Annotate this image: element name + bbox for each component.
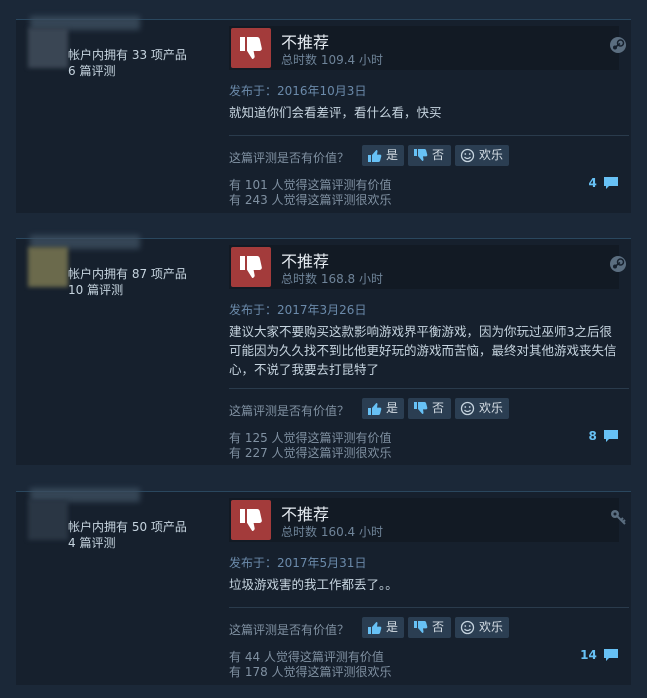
vote-funny-label: 欢乐: [479, 620, 504, 634]
vote-header[interactable]: 不推荐 总时数 109.4 小时: [229, 26, 619, 70]
thumbs-up-icon: [368, 622, 382, 634]
thumbs-down-icon: [231, 247, 271, 287]
posted-date: 发布于：2017年5月31日: [229, 556, 367, 570]
thumbs-down-icon: [231, 28, 271, 68]
author-review-count[interactable]: 4 篇评测: [68, 534, 115, 551]
hours-played: 总时数 168.8 小时: [281, 272, 383, 286]
review-author[interactable]: 帐户内拥有 33 项产品 6 篇评测: [16, 16, 224, 213]
vote-yes-button[interactable]: 是: [362, 398, 404, 419]
hours-played: 总时数 160.4 小时: [281, 525, 383, 539]
comments-link[interactable]: 8: [588, 428, 619, 443]
vote-funny-button[interactable]: 欢乐: [455, 145, 509, 166]
vote-yes-button[interactable]: 是: [362, 145, 404, 166]
comments-link[interactable]: 14: [580, 647, 619, 662]
review-text: 垃圾游戏害的我工作都丢了。。: [229, 577, 398, 592]
comment-count: 14: [580, 647, 597, 662]
thumbs-down-icon: [231, 500, 271, 540]
vote-no-label: 否: [432, 401, 445, 415]
comment-icon: [604, 176, 618, 189]
thumbs-down-icon: [414, 402, 428, 414]
vote-funny-label: 欢乐: [479, 401, 504, 415]
comment-count: 4: [588, 175, 597, 190]
review-card: 帐户内拥有 33 项产品 6 篇评测 不推荐 总时数 109.4 小时 发布于：…: [16, 16, 631, 213]
helpful-question: 这篇评测是否有价值？: [229, 404, 350, 418]
comment-count: 8: [588, 428, 597, 443]
vote-header[interactable]: 不推荐 总时数 160.4 小时: [229, 498, 619, 542]
funny-count: 有 227 人觉得这篇评测很欢乐: [229, 446, 392, 460]
vote-funny-button[interactable]: 欢乐: [455, 398, 509, 419]
steam-icon: [610, 37, 626, 53]
review-author[interactable]: 帐户内拥有 50 项产品 4 篇评测: [16, 488, 224, 685]
avatar[interactable]: [28, 500, 68, 540]
review-text: 建议大家不要购买这款影响游戏界平衡游戏，因为你玩过巫师3之后很可能因为久久找不到…: [229, 324, 617, 377]
smiley-icon: [460, 148, 475, 163]
avatar[interactable]: [28, 28, 68, 68]
thumbs-up-icon: [368, 403, 382, 415]
divider: [229, 607, 629, 608]
avatar[interactable]: [28, 247, 68, 287]
steam-icon: [610, 256, 626, 272]
review-card: 帐户内拥有 87 项产品 10 篇评测 不推荐 总时数 168.8 小时 发布于…: [16, 235, 631, 465]
thumbs-down-icon: [414, 149, 428, 161]
vote-no-label: 否: [432, 620, 445, 634]
review-card: 帐户内拥有 50 项产品 4 篇评测 不推荐 总时数 160.4 小时 发布于：…: [16, 488, 631, 685]
divider: [229, 388, 629, 389]
hours-played: 总时数 109.4 小时: [281, 53, 383, 67]
comments-link[interactable]: 4: [588, 175, 619, 190]
comment-icon: [604, 648, 618, 661]
author-products-owned: 帐户内拥有 87 项产品: [68, 267, 187, 281]
thumbs-down-icon: [414, 621, 428, 633]
smiley-icon: [460, 401, 475, 416]
review-text: 就知道你们会看差评，看什么看，快买: [229, 105, 442, 120]
vote-yes-label: 是: [386, 620, 399, 634]
author-review-count[interactable]: 10 篇评测: [68, 281, 123, 298]
review-verdict: 不推荐: [281, 252, 330, 271]
vote-yes-button[interactable]: 是: [362, 617, 404, 638]
review-author[interactable]: 帐户内拥有 87 项产品 10 篇评测: [16, 235, 224, 465]
smiley-icon: [460, 620, 475, 635]
funny-count: 有 178 人觉得这篇评测很欢乐: [229, 665, 392, 679]
review-verdict: 不推荐: [281, 33, 330, 52]
vote-no-label: 否: [432, 148, 445, 162]
thumbs-up-icon: [368, 150, 382, 162]
key-icon: [611, 510, 626, 525]
author-products-owned: 帐户内拥有 50 项产品: [68, 520, 187, 534]
author-products-owned: 帐户内拥有 33 项产品: [68, 48, 187, 62]
helpful-question: 这篇评测是否有价值？: [229, 151, 350, 165]
vote-funny-label: 欢乐: [479, 148, 504, 162]
posted-date: 发布于：2017年3月26日: [229, 303, 367, 317]
vote-header[interactable]: 不推荐 总时数 168.8 小时: [229, 245, 619, 289]
comment-icon: [604, 429, 618, 442]
vote-yes-label: 是: [386, 148, 399, 162]
helpful-question: 这篇评测是否有价值？: [229, 623, 350, 637]
vote-yes-label: 是: [386, 401, 399, 415]
vote-no-button[interactable]: 否: [408, 145, 451, 166]
vote-no-button[interactable]: 否: [408, 398, 451, 419]
author-review-count[interactable]: 6 篇评测: [68, 62, 115, 79]
review-verdict: 不推荐: [281, 505, 330, 524]
divider: [229, 135, 629, 136]
vote-no-button[interactable]: 否: [408, 617, 451, 638]
vote-funny-button[interactable]: 欢乐: [455, 617, 509, 638]
funny-count: 有 243 人觉得这篇评测很欢乐: [229, 193, 392, 207]
posted-date: 发布于：2016年10月3日: [229, 84, 367, 98]
